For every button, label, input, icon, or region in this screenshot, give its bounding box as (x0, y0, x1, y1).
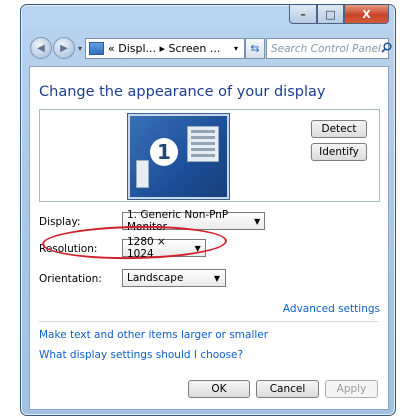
orientation-select[interactable]: Landscape ▼ (122, 269, 226, 287)
navigation-toolbar: ◀ ▶ ▾ « Displ... ▸ Screen ... ▾ ⇆ Search… (30, 36, 392, 60)
close-button[interactable]: X (344, 5, 389, 24)
search-input[interactable]: Search Control Panel (267, 43, 381, 55)
identify-button[interactable]: Identify (311, 143, 367, 161)
forward-arrow-icon: ▶ (60, 42, 68, 54)
advanced-settings-link[interactable]: Advanced settings (283, 303, 380, 315)
text-size-link[interactable]: Make text and other items larger or smal… (39, 329, 268, 341)
display-label: Display: (39, 216, 81, 228)
refresh-icon: ⇆ (250, 42, 260, 55)
chevron-down-icon: ▼ (213, 273, 221, 283)
address-breadcrumb[interactable]: « Displ... ▸ Screen ... (108, 42, 220, 55)
chevron-down-icon: ▼ (254, 216, 261, 226)
monitor-number-badge: 1 (150, 138, 178, 166)
recent-pages-dropdown[interactable]: ▾ (78, 44, 82, 53)
orientation-value: Landscape (127, 272, 184, 284)
ok-button[interactable]: OK (188, 380, 250, 398)
monitor-preview-area: 1 Detect Identify (39, 109, 380, 202)
divider (39, 321, 378, 322)
control-panel-window: – □ X ◀ ▶ ▾ « Displ... ▸ Screen ... ▾ ⇆ … (20, 4, 396, 416)
refresh-button[interactable]: ⇆ (245, 38, 265, 59)
address-bar[interactable]: « Displ... ▸ Screen ... ▾ (85, 38, 245, 59)
cancel-button[interactable]: Cancel (256, 380, 319, 398)
monitor-thumbnail[interactable]: 1 (128, 114, 229, 199)
window-thumbnail-icon (187, 126, 219, 162)
search-box[interactable]: Search Control Panel (266, 38, 392, 59)
maximize-button[interactable]: □ (317, 5, 344, 24)
monitor-number: 1 (157, 140, 171, 164)
address-dropdown-icon[interactable]: ▾ (228, 44, 244, 53)
control-panel-icon (89, 42, 104, 55)
detect-button[interactable]: Detect (311, 120, 367, 138)
display-help-link[interactable]: What display settings should I choose? (39, 349, 243, 361)
caption-buttons: – □ X (289, 5, 389, 24)
minimize-button[interactable]: – (289, 5, 317, 24)
orientation-label: Orientation: (39, 273, 102, 285)
search-icon[interactable] (381, 41, 392, 56)
forward-button[interactable]: ▶ (53, 37, 75, 59)
back-button[interactable]: ◀ (30, 37, 52, 59)
apply-button[interactable]: Apply (325, 380, 378, 398)
back-arrow-icon: ◀ (37, 42, 45, 54)
sidebar-thumbnail-icon (136, 160, 149, 188)
page-title: Change the appearance of your display (39, 84, 326, 100)
